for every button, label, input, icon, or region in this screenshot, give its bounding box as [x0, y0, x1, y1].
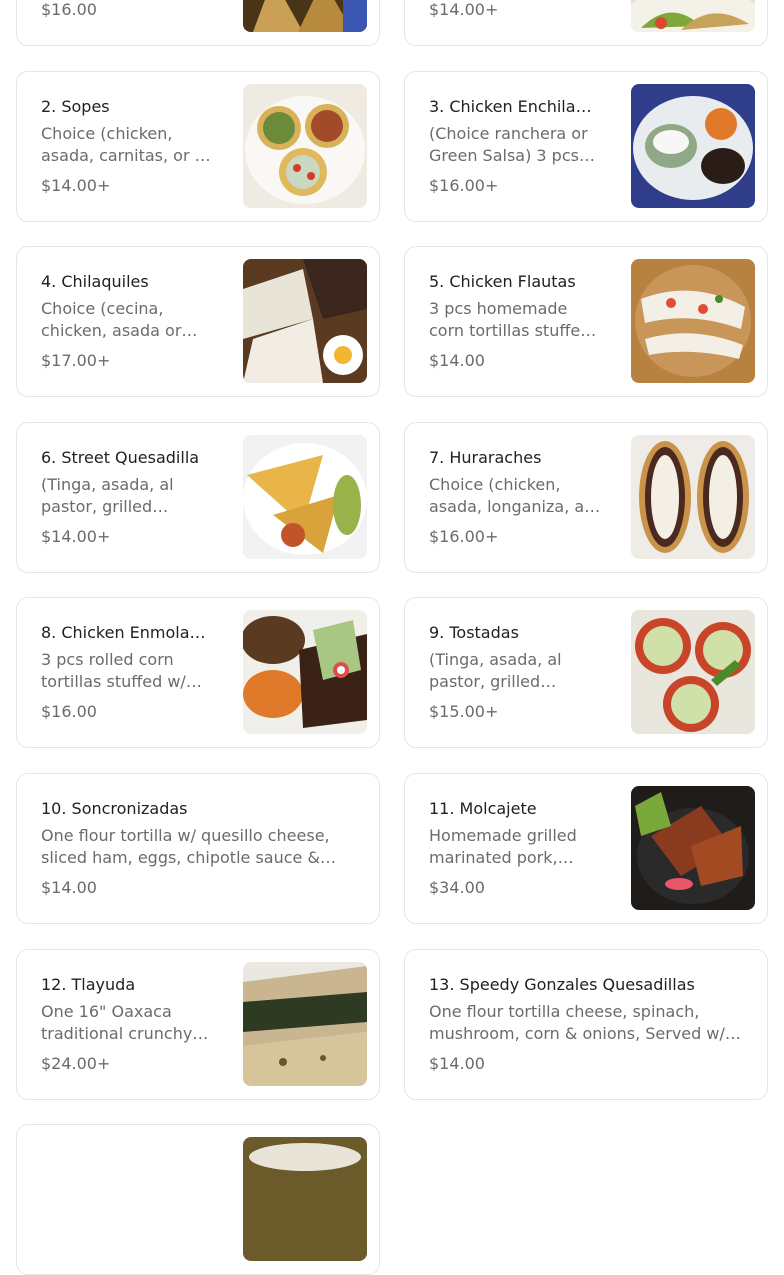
menu-item-card[interactable]: 11. Molcajete Homemade grilled marinated… [404, 773, 768, 924]
item-price: $14.00 [41, 878, 97, 897]
item-description: Choice (cecina, chicken, asada or eggs) [41, 299, 182, 340]
item-description: (Tinga, asada, al pastor, grilled chicke… [429, 650, 562, 691]
item-name: 13. Speedy Gonzales Quesadillas [429, 975, 695, 994]
item-description: (Choice ranchera or Green Salsa) 3 pcs h… [429, 124, 588, 165]
item-price: $24.00+ [41, 1054, 111, 1073]
item-name: 2. Sopes [41, 97, 110, 116]
item-price: $14.00+ [41, 527, 111, 546]
item-name: 6. Street Quesadilla [41, 448, 200, 467]
item-price: $16.00+ [429, 527, 499, 546]
item-name: 5. Chicken Flautas [429, 272, 576, 291]
item-price: $15.00+ [429, 702, 499, 721]
item-photo [243, 435, 367, 559]
menu-item-card[interactable]: $16.00 [16, 0, 380, 46]
menu-item-card[interactable]: 12. Tlayuda One 16" Oaxaca traditional c… [16, 949, 380, 1100]
item-name: 12. Tlayuda [41, 975, 136, 994]
item-photo [631, 435, 755, 559]
item-price: $16.00 [41, 702, 97, 721]
item-photo [243, 962, 367, 1086]
item-price: $17.00+ [41, 351, 111, 370]
item-price: $14.00+ [41, 176, 111, 195]
menu-item-card[interactable]: 3. Chicken Enchiladas (Choice ranchera o… [404, 71, 768, 222]
menu-item-card[interactable]: 13. Speedy Gonzales Quesadillas One flou… [404, 949, 768, 1100]
item-photo [243, 259, 367, 383]
item-photo [631, 84, 755, 208]
item-price: $14.00 [429, 1054, 485, 1073]
menu-item-card[interactable]: 4. Chilaquiles Choice (cecina, chicken, … [16, 246, 380, 397]
item-description: One flour tortilla w/ quesillo cheese, s… [41, 826, 330, 867]
item-name: 10. Soncronizadas [41, 799, 188, 818]
menu-item-card[interactable]: 8. Chicken Enmoladas 3 pcs rolled corn t… [16, 597, 380, 748]
item-photo [631, 0, 755, 32]
item-price: $16.00 [41, 0, 97, 19]
item-photo [631, 786, 755, 910]
item-name: 8. Chicken Enmoladas [41, 623, 213, 642]
item-photo [631, 259, 755, 383]
menu-item-card[interactable]: 7. Huraraches Choice (chicken, asada, lo… [404, 422, 768, 573]
item-price: $34.00 [429, 878, 485, 897]
item-name: 4. Chilaquiles [41, 272, 149, 291]
menu-item-card[interactable]: 5. Chicken Flautas 3 pcs homemade corn t… [404, 246, 768, 397]
item-name: 7. Huraraches [429, 448, 542, 467]
item-description: One 16" Oaxaca traditional crunchy torti… [41, 1002, 193, 1043]
item-price: $16.00+ [429, 176, 499, 195]
item-price: $14.00 [429, 351, 485, 370]
menu-item-card[interactable]: 2. Sopes Choice (chicken, asada, carnita… [16, 71, 380, 222]
item-photo [243, 0, 367, 32]
item-photo [243, 1137, 367, 1261]
item-description: 3 pcs homemade corn tortillas stuffed wi… [429, 299, 591, 340]
item-description: 3 pcs rolled corn tortillas stuffed w/ c… [41, 650, 186, 691]
menu-item-card[interactable]: $14.00+ [404, 0, 768, 46]
item-photo [631, 610, 755, 734]
item-description: One flour tortilla cheese, spinach, mush… [429, 1002, 725, 1043]
item-photo [243, 610, 367, 734]
item-photo [243, 84, 367, 208]
item-name: 3. Chicken Enchiladas [429, 97, 601, 116]
item-description: Choice (chicken, asada, carnitas, or al … [41, 124, 209, 165]
item-price: $14.00+ [429, 0, 499, 19]
menu-item-card[interactable]: 10. Soncronizadas One flour tortilla w/ … [16, 773, 380, 924]
menu-item-card[interactable]: 9. Tostadas (Tinga, asada, al pastor, gr… [404, 597, 768, 748]
item-name: 11. Molcajete [429, 799, 537, 818]
menu-item-card[interactable]: 6. Street Quesadilla (Tinga, asada, al p… [16, 422, 380, 573]
menu-item-card[interactable] [16, 1124, 380, 1275]
item-description: (Tinga, asada, al pastor, grilled chicke… [41, 475, 174, 516]
item-name: 9. Tostadas [429, 623, 519, 642]
item-description: Choice (chicken, asada, longaniza, al pa… [429, 475, 589, 516]
item-description: Homemade grilled marinated pork, chicken… [429, 826, 577, 867]
